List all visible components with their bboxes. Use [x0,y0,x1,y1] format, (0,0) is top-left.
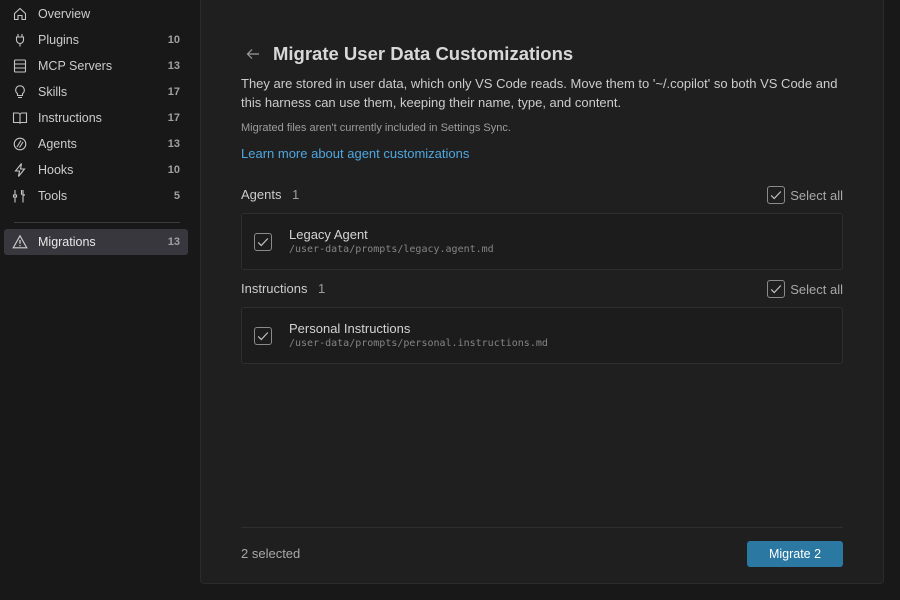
back-button[interactable] [241,42,265,66]
select-all-checkbox[interactable] [767,280,786,298]
select-all-label: Select all [790,187,843,203]
sidebar-item-count: 17 [167,112,180,124]
sidebar-item-label: Skills [38,85,68,99]
item-name: Personal Instructions [289,321,411,336]
agent-icon [12,136,28,152]
selected-count: 2 selected [241,546,301,561]
item-checkbox[interactable] [254,233,272,251]
section-name: Agents [241,187,282,202]
footer-divider [241,527,843,528]
sidebar-item-label: Overview [38,7,91,21]
plug-icon [12,32,28,48]
arrow-left-icon [246,49,259,59]
sidebar-item-count: 17 [167,86,180,98]
sidebar-item-label: Agents [38,137,77,151]
sidebar-item-count: 5 [173,190,180,202]
sidebar-item-count: 13 [167,236,180,248]
learn-more-link[interactable]: Learn more about agent customizations [241,146,469,161]
section-count: 1 [317,281,326,296]
list-item[interactable]: Personal Instructions /user-data/prompts… [241,307,843,364]
sidebar-item-count: 10 [167,164,180,176]
sidebar-item-instructions[interactable]: Instructions 17 [4,105,188,131]
tools-icon [12,188,28,204]
check-icon [257,332,269,341]
check-icon [771,191,782,200]
page-title: Migrate User Data Customizations [273,43,574,64]
list-item[interactable]: Legacy Agent /user-data/prompts/legacy.a… [241,213,843,270]
lightning-icon [12,162,28,178]
sidebar-item-label: Tools [38,189,68,203]
sidebar-item-plugins[interactable]: Plugins 10 [4,27,188,53]
item-checkbox[interactable] [254,327,272,345]
sidebar-item-label: Migrations [38,235,96,249]
sidebar-item-tools[interactable]: Tools 5 [4,183,188,209]
sidebar-item-skills[interactable]: Skills 17 [4,79,188,105]
sidebar-item-count: 13 [167,60,180,72]
check-icon [257,238,269,247]
book-icon [12,110,28,126]
check-icon [771,285,782,294]
sidebar-item-agents[interactable]: Agents 13 [4,131,188,157]
section-header-instructions: Instructions 1 Select all [241,279,843,299]
sidebar-item-hooks[interactable]: Hooks 10 [4,157,188,183]
item-path: /user-data/prompts/legacy.agent.md [289,244,494,255]
select-all-instructions[interactable]: Select all [767,280,843,298]
sidebar-item-label: Instructions [38,111,102,125]
sidebar-item-label: Hooks [38,163,74,177]
sidebar: Overview Plugins 10 MCP Servers 13 Skill… [0,0,192,600]
migration-panel: Migrate User Data Customizations They ar… [200,0,884,584]
lightbulb-icon [12,84,28,100]
section-count: 1 [291,187,300,202]
sync-note: Migrated files aren't currently included… [241,122,511,134]
home-icon [12,6,28,22]
page-description: They are stored in user data, which only… [241,76,838,110]
sidebar-item-label: MCP Servers [38,59,113,73]
panel-header: Migrate User Data Customizations [241,42,573,66]
sidebar-item-count: 13 [167,138,180,150]
warning-icon [12,234,28,250]
sidebar-item-migrations[interactable]: Migrations 13 [4,229,188,255]
sidebar-item-mcp-servers[interactable]: MCP Servers 13 [4,53,188,79]
server-icon [12,58,28,74]
sidebar-item-overview[interactable]: Overview [4,1,188,27]
section-name: Instructions [241,281,308,296]
item-path: /user-data/prompts/personal.instructions… [289,338,548,349]
migrate-button[interactable]: Migrate 2 [747,541,843,567]
section-header-agents: Agents 1 Select all [241,185,843,205]
select-all-agents[interactable]: Select all [767,186,843,204]
select-all-label: Select all [790,281,843,297]
item-name: Legacy Agent [289,227,368,242]
sidebar-divider [14,222,180,223]
select-all-checkbox[interactable] [767,186,786,204]
sidebar-item-label: Plugins [38,33,79,47]
sidebar-item-count: 10 [167,34,180,46]
